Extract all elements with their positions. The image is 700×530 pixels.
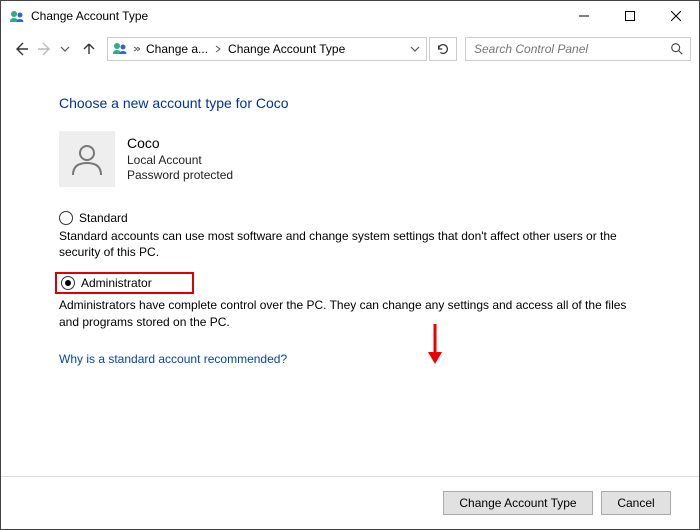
search-input[interactable] — [472, 41, 670, 57]
cancel-button[interactable]: Cancel — [601, 491, 671, 515]
close-button[interactable] — [653, 1, 699, 31]
administrator-description: Administrators have complete control ove… — [59, 297, 639, 329]
option-standard[interactable]: Standard Standard accounts can use most … — [59, 211, 661, 260]
page-heading: Choose a new account type for Coco — [59, 95, 661, 111]
search-icon[interactable] — [670, 42, 684, 56]
title-bar: Change Account Type — [1, 1, 699, 31]
back-button[interactable] — [9, 37, 33, 61]
radio-administrator-label: Administrator — [81, 276, 152, 290]
search-box[interactable] — [465, 37, 691, 61]
standard-description: Standard accounts can use most software … — [59, 228, 639, 260]
option-administrator[interactable]: Administrator Administrators have comple… — [59, 272, 661, 329]
navigation-bar: Change a... Change Account Type — [1, 31, 699, 67]
radio-administrator[interactable] — [61, 276, 75, 290]
breadcrumb-change-account-type[interactable]: Change Account Type — [226, 42, 347, 56]
up-button[interactable] — [77, 37, 101, 61]
link-why-standard[interactable]: Why is a standard account recommended? — [59, 352, 287, 366]
breadcrumb-change-accounts[interactable]: Change a... — [144, 42, 210, 56]
user-accounts-icon — [112, 40, 128, 59]
address-bar[interactable]: Change a... Change Account Type — [107, 37, 427, 61]
annotation-highlight-box: Administrator — [55, 272, 194, 294]
minimize-button[interactable] — [561, 1, 607, 31]
action-bar: Change Account Type Cancel — [1, 476, 699, 529]
annotation-arrow-icon — [426, 322, 444, 369]
user-accounts-icon — [9, 8, 25, 24]
maximize-button[interactable] — [607, 1, 653, 31]
radio-standard-label: Standard — [79, 211, 128, 225]
breadcrumb-prefix-chevron[interactable] — [132, 45, 140, 53]
account-summary: Coco Local Account Password protected — [59, 131, 661, 187]
change-account-type-button[interactable]: Change Account Type — [443, 491, 593, 515]
address-dropdown-button[interactable] — [406, 38, 424, 60]
user-avatar — [59, 131, 115, 187]
chevron-right-icon[interactable] — [214, 45, 222, 53]
user-name: Coco — [127, 134, 233, 152]
password-status-label: Password protected — [127, 168, 233, 184]
window-title: Change Account Type — [31, 9, 148, 23]
account-type-label: Local Account — [127, 153, 233, 169]
recent-locations-button[interactable] — [53, 37, 77, 61]
refresh-button[interactable] — [429, 37, 457, 61]
radio-standard[interactable] — [59, 211, 73, 225]
content-pane: Choose a new account type for Coco Coco … — [1, 67, 699, 476]
